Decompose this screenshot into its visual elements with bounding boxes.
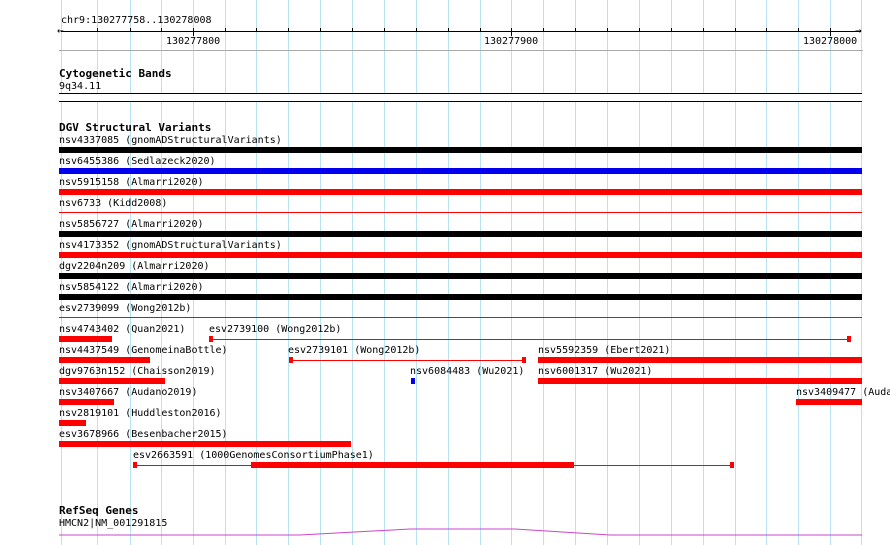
gene-model[interactable] [0, 0, 890, 545]
